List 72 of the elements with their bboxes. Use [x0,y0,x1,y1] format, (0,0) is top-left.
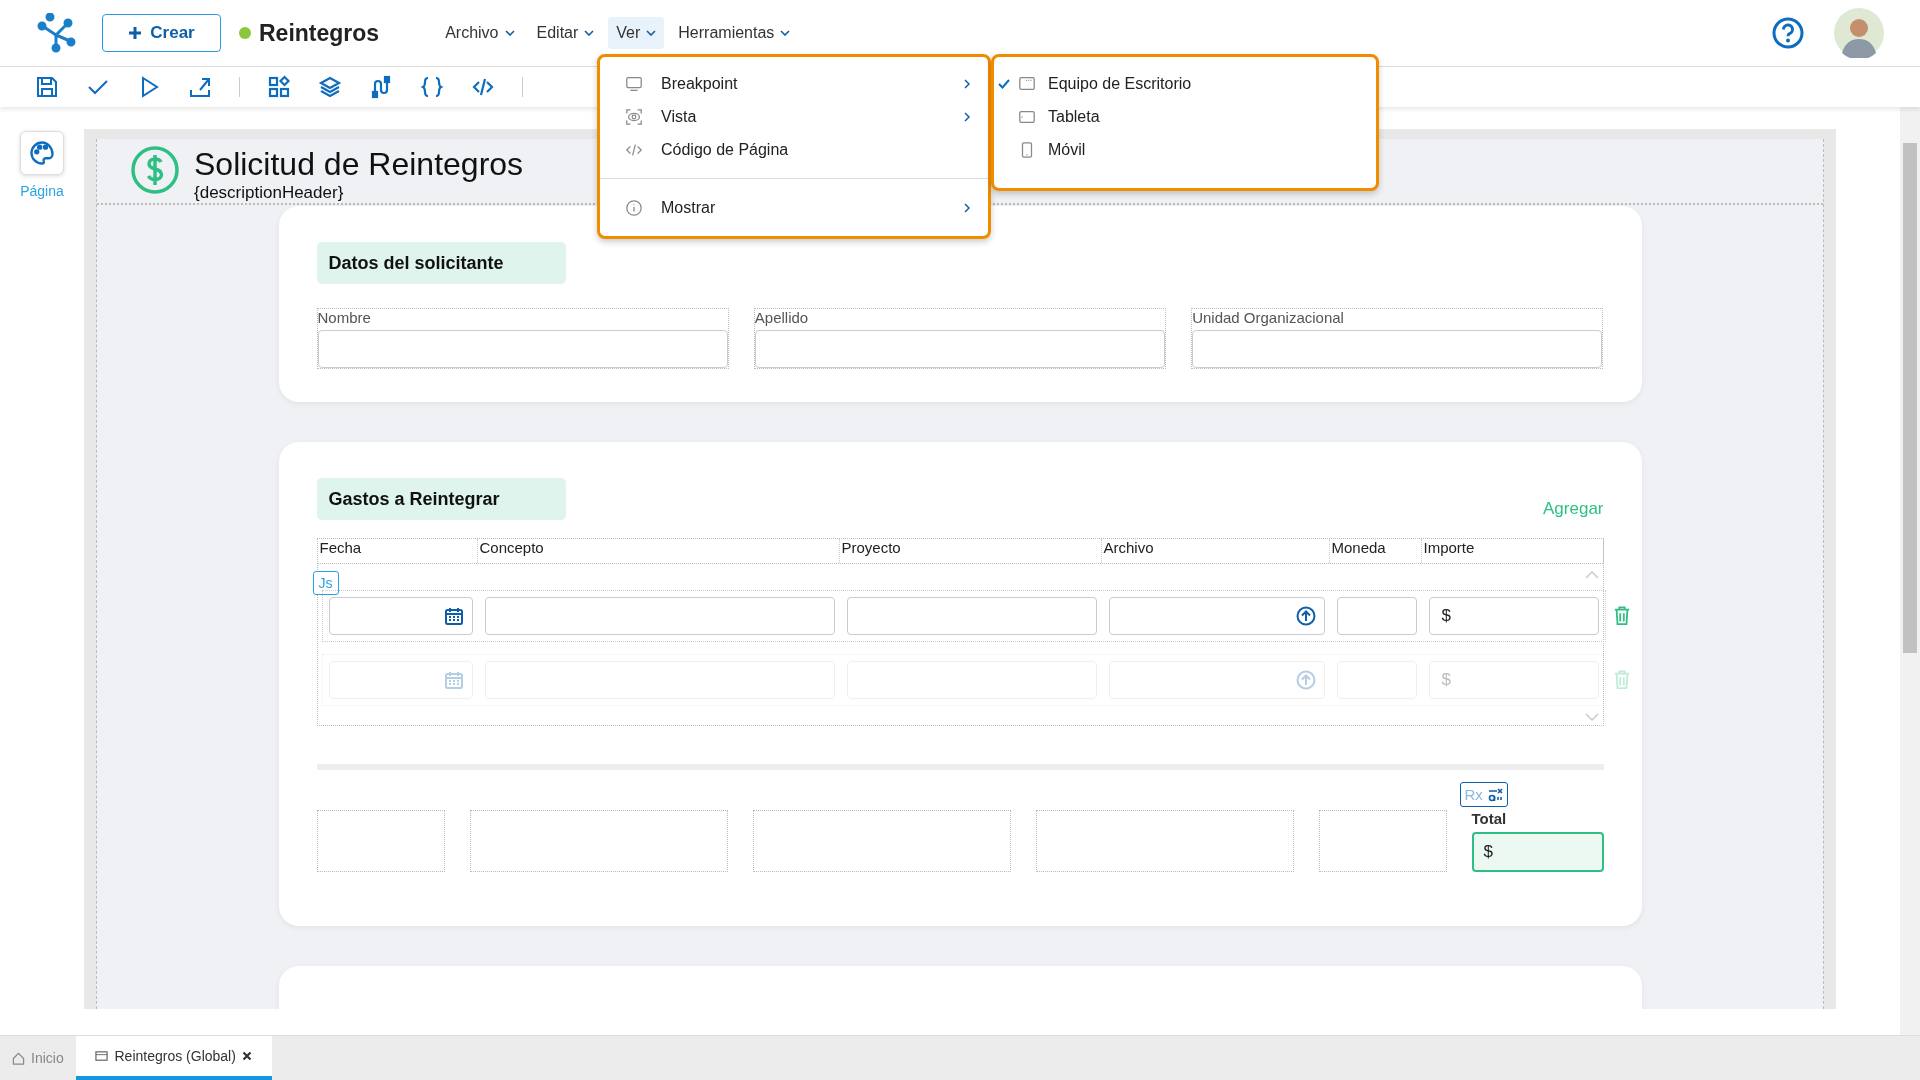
palette-icon [28,139,56,167]
chevron-down-icon [646,30,657,36]
check-icon [998,78,1010,89]
menu-item[interactable]: Editar [528,17,603,49]
menu-option[interactable]: Breakpoint [600,67,988,100]
section-title: Datos del solicitante [316,242,566,284]
menu-option[interactable]: Tableta [994,100,1376,133]
page-style-label: Página [20,183,64,199]
input-field[interactable] [484,597,835,635]
info-icon [625,198,643,217]
calendar-icon[interactable] [443,606,464,626]
scroll-up-icon[interactable] [1584,571,1599,579]
input-field[interactable] [317,330,728,368]
section-title: Gastos a Reintegrar [316,478,566,520]
project-name: Reintegros [259,19,380,47]
home-icon [12,1051,25,1065]
date-field[interactable] [328,597,473,635]
help-icon[interactable] [1772,17,1804,49]
field-label: Unidad Organizacional [1192,309,1345,326]
input-field[interactable] [1192,330,1603,368]
page-subtitle: {descriptionHeader} [194,183,345,203]
scrollbar[interactable] [1900,107,1920,1035]
page-title: Solicitud de Reintegros [194,145,524,183]
chevron-down-icon [584,30,595,36]
input-field[interactable] [1336,597,1417,635]
menu-option[interactable]: Código de Página [600,133,988,166]
braces-icon[interactable] [420,75,444,99]
column-header: Fecha [317,539,478,563]
close-icon[interactable] [241,1051,252,1061]
menu-item[interactable]: Ver [608,17,665,49]
column-header: Archivo [1101,539,1330,563]
monitor-icon [625,74,643,93]
menu-item[interactable]: Herramientas [670,17,799,49]
menu-option[interactable]: Mostrar [600,191,988,224]
menu-option[interactable]: Equipo de Escritorio [994,67,1376,100]
save-icon[interactable] [35,75,59,99]
chevron-down-icon [780,30,791,36]
export-icon[interactable] [188,75,212,99]
menu-item[interactable]: Archivo [437,17,523,49]
chevron-down-icon [504,30,515,36]
connector-icon[interactable] [369,75,393,99]
input-field[interactable] [754,330,1166,368]
menu-option[interactable]: Móvil [994,133,1376,166]
window-icon [95,1049,109,1063]
layers-icon[interactable] [318,75,342,99]
widgets-icon[interactable] [267,75,291,99]
avatar[interactable] [1834,8,1884,58]
input-field[interactable] [846,597,1097,635]
eye-icon [625,107,643,126]
field-label: Nombre [317,309,372,326]
status-dot [239,27,251,39]
create-button[interactable]: Crear [102,14,221,52]
scroll-down-icon[interactable] [1584,713,1599,721]
total-field[interactable]: $ [1471,832,1604,872]
dollar-icon [130,145,180,195]
bottom-tab[interactable]: Reintegros (Global) [75,1036,272,1080]
upload-icon[interactable] [1295,606,1316,626]
amount-field[interactable]: $ [1428,597,1599,635]
monitor-icon [1018,74,1036,93]
page-style-button[interactable] [20,131,64,175]
menu-option[interactable]: Vista [600,100,988,133]
file-field[interactable] [1108,597,1325,635]
column-header: Importe [1421,539,1604,563]
column-header: Moneda [1329,539,1422,563]
field-label: Apellido [754,309,810,326]
column-header: Concepto [477,539,840,563]
plus-icon [128,26,143,40]
delete-icon[interactable] [1612,606,1631,626]
formula-icon [1486,787,1503,802]
logo-icon[interactable] [36,13,76,53]
column-header: Proyecto [839,539,1102,563]
total-label: Total [1471,810,1508,829]
